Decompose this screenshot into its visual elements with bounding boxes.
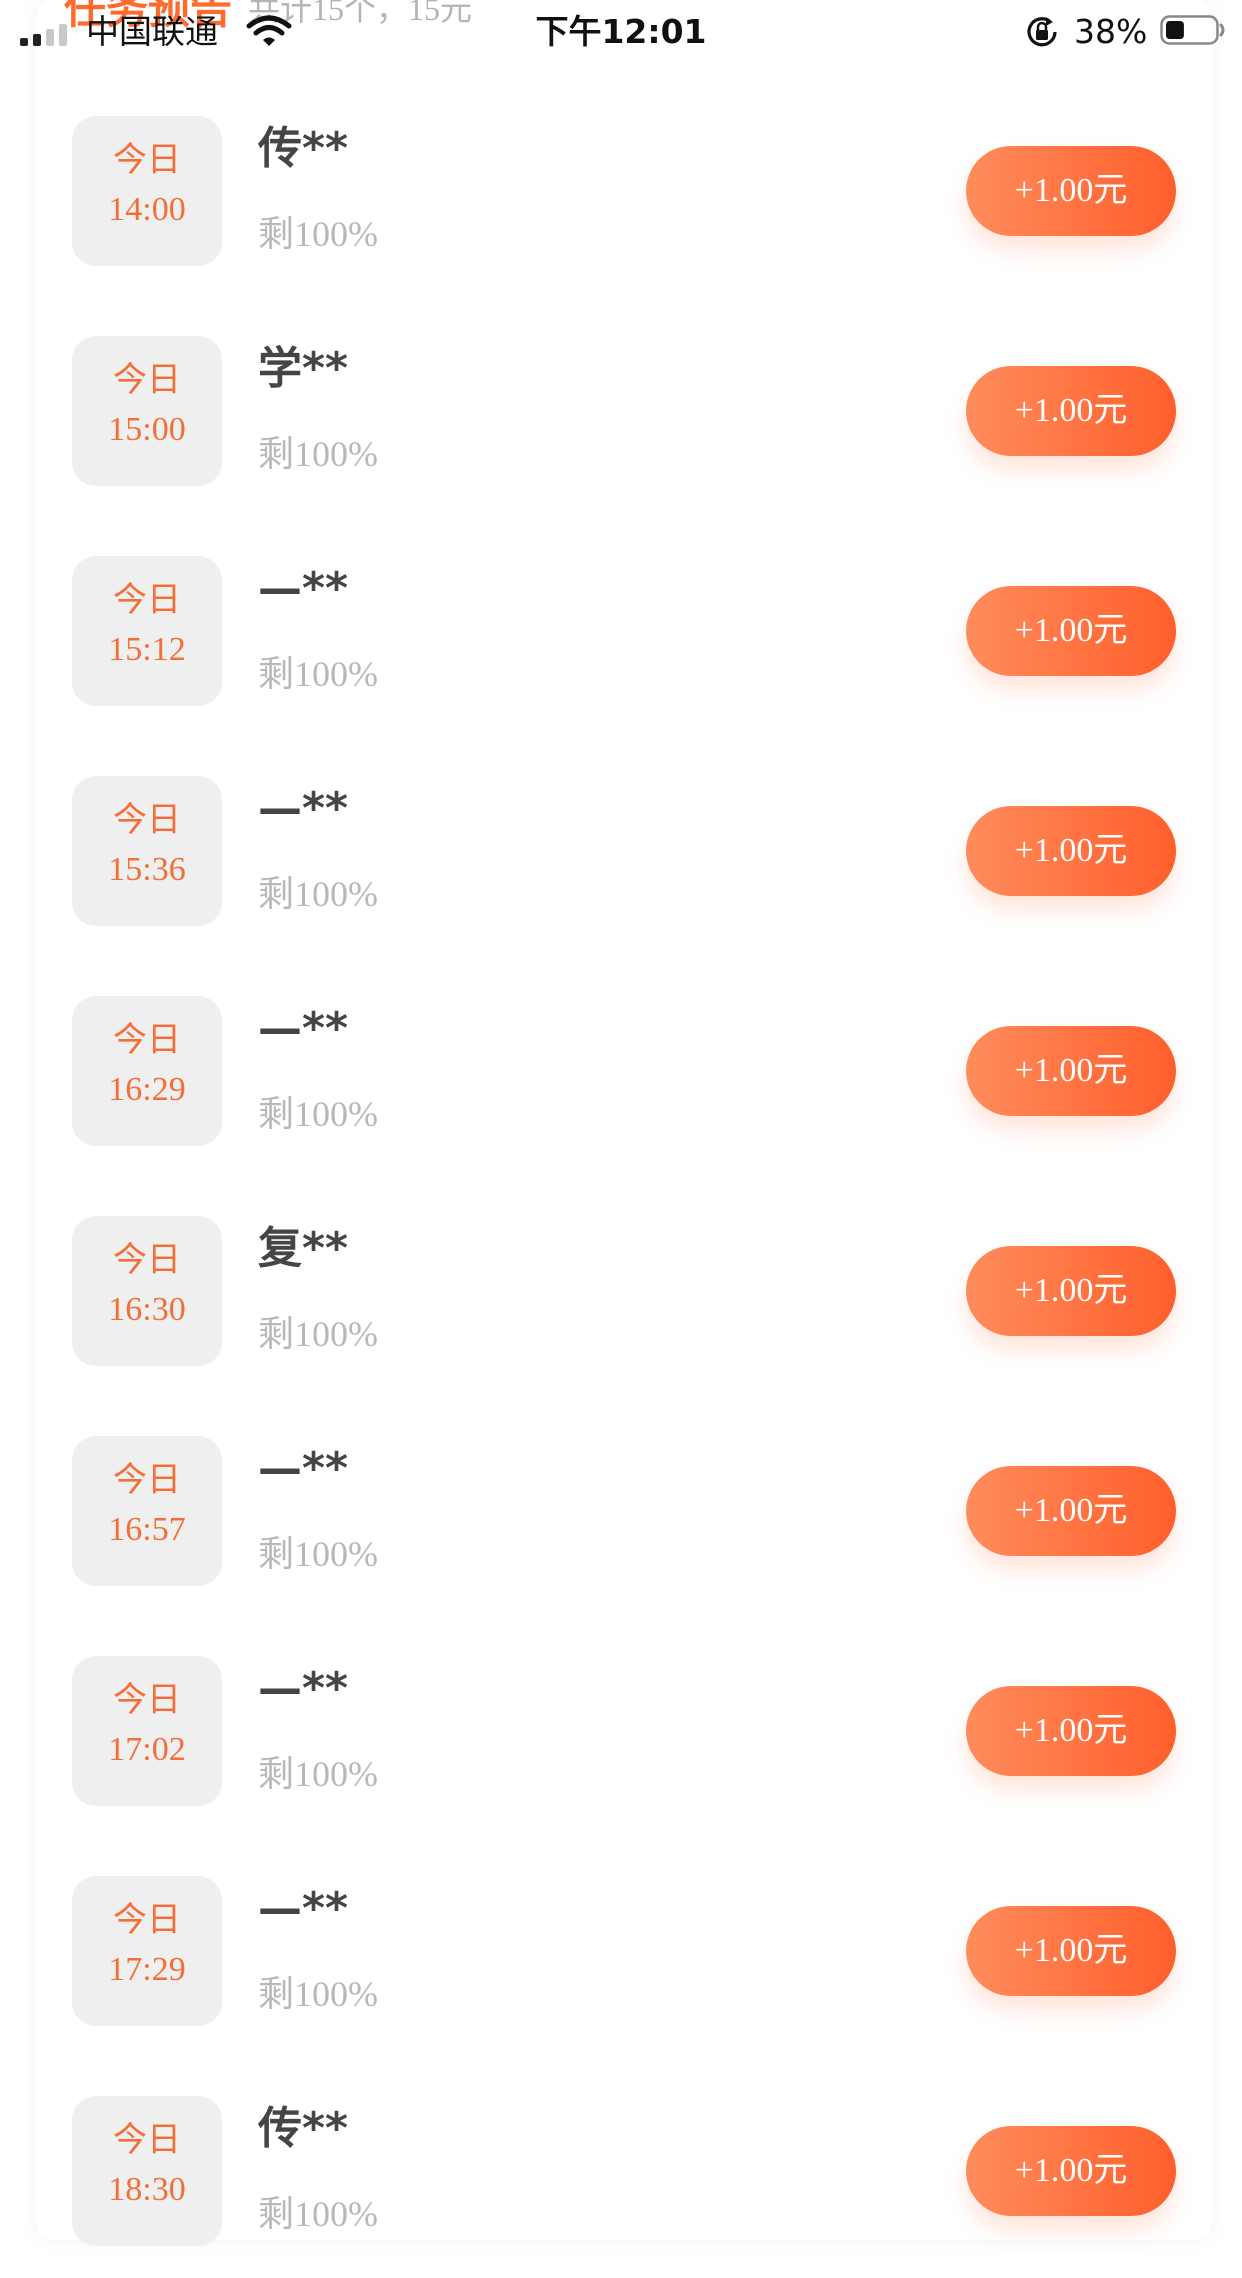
task-time: 17:29 xyxy=(108,1951,186,1988)
task-day: 今日 xyxy=(113,800,181,840)
task-name: 传** xyxy=(258,123,349,174)
task-remaining: 剩100% xyxy=(258,1534,378,1574)
date-box: 今日 17:02 xyxy=(72,1656,222,1806)
task-row: 今日 15:36 —** 剩100% +1.00元 xyxy=(0,738,1242,958)
reward-button[interactable]: +1.00元 xyxy=(966,2126,1176,2216)
reward-button[interactable]: +1.00元 xyxy=(966,1686,1176,1776)
task-name: —** xyxy=(258,1003,349,1054)
task-remaining: 剩100% xyxy=(258,434,378,474)
task-remaining: 剩100% xyxy=(258,1094,378,1134)
reward-button[interactable]: +1.00元 xyxy=(966,1906,1176,1996)
task-day: 今日 xyxy=(113,1240,181,1280)
date-box: 今日 16:30 xyxy=(72,1216,222,1366)
task-time: 15:12 xyxy=(108,631,186,668)
battery-icon xyxy=(1160,15,1225,45)
task-name: 传** xyxy=(258,2103,349,2154)
task-day: 今日 xyxy=(113,1900,181,1940)
task-row: 今日 17:02 —** 剩100% +1.00元 xyxy=(0,1618,1242,1838)
task-day: 今日 xyxy=(113,580,181,620)
task-remaining: 剩100% xyxy=(258,1974,378,2014)
task-time: 14:00 xyxy=(108,191,186,228)
reward-button[interactable]: +1.00元 xyxy=(966,1026,1176,1116)
battery-percent: 38% xyxy=(1074,12,1148,51)
task-row: 今日 15:00 学** 剩100% +1.00元 xyxy=(0,298,1242,518)
reward-button[interactable]: +1.00元 xyxy=(966,586,1176,676)
date-box: 今日 15:36 xyxy=(72,776,222,926)
task-list: 今日 14:00 传** 剩100% +1.00元 今日 15:00 学** 剩… xyxy=(0,78,1242,2278)
task-time: 15:36 xyxy=(108,851,186,888)
task-time: 15:00 xyxy=(108,411,186,448)
task-name: —** xyxy=(258,563,349,614)
date-box: 今日 16:57 xyxy=(72,1436,222,1586)
task-remaining: 剩100% xyxy=(258,874,378,914)
task-day: 今日 xyxy=(113,1020,181,1060)
task-time: 16:30 xyxy=(108,1291,186,1328)
date-box: 今日 15:12 xyxy=(72,556,222,706)
task-row: 今日 14:00 传** 剩100% +1.00元 xyxy=(0,78,1242,298)
task-row: 今日 16:29 —** 剩100% +1.00元 xyxy=(0,958,1242,1178)
reward-button[interactable]: +1.00元 xyxy=(966,806,1176,896)
task-time: 16:57 xyxy=(108,1511,186,1548)
task-remaining: 剩100% xyxy=(258,1754,378,1794)
task-time: 18:30 xyxy=(108,2171,186,2208)
reward-button[interactable]: +1.00元 xyxy=(966,1466,1176,1556)
date-box: 今日 17:29 xyxy=(72,1876,222,2026)
reward-button[interactable]: +1.00元 xyxy=(966,1246,1176,1336)
task-day: 今日 xyxy=(113,1680,181,1720)
task-time: 16:29 xyxy=(108,1071,186,1108)
date-box: 今日 16:29 xyxy=(72,996,222,1146)
reward-button[interactable]: +1.00元 xyxy=(966,146,1176,236)
date-box: 今日 18:30 xyxy=(72,2096,222,2246)
date-box: 今日 14:00 xyxy=(72,116,222,266)
task-remaining: 剩100% xyxy=(258,654,378,694)
task-row: 今日 16:30 复** 剩100% +1.00元 xyxy=(0,1178,1242,1398)
task-name: —** xyxy=(258,783,349,834)
task-remaining: 剩100% xyxy=(258,2194,378,2234)
task-day: 今日 xyxy=(113,140,181,180)
task-name: —** xyxy=(258,1443,349,1494)
task-day: 今日 xyxy=(113,1460,181,1500)
task-remaining: 剩100% xyxy=(258,214,378,254)
task-row: 今日 17:29 —** 剩100% +1.00元 xyxy=(0,1838,1242,2058)
status-bar: 中国联通 下午12:01 38% xyxy=(0,0,1242,64)
rotation-lock-icon xyxy=(1027,17,1057,47)
task-row: 今日 15:12 —** 剩100% +1.00元 xyxy=(0,518,1242,738)
reward-button[interactable]: +1.00元 xyxy=(966,366,1176,456)
date-box: 今日 15:00 xyxy=(72,336,222,486)
task-row: 今日 18:30 传** 剩100% +1.00元 xyxy=(0,2058,1242,2278)
task-name: —** xyxy=(258,1883,349,1934)
task-row: 今日 16:57 —** 剩100% +1.00元 xyxy=(0,1398,1242,1618)
task-remaining: 剩100% xyxy=(258,1314,378,1354)
task-name: 学** xyxy=(258,343,349,394)
task-name: —** xyxy=(258,1663,349,1714)
task-time: 17:02 xyxy=(108,1731,186,1768)
task-day: 今日 xyxy=(113,2120,181,2160)
task-name: 复** xyxy=(258,1223,349,1274)
task-day: 今日 xyxy=(113,360,181,400)
